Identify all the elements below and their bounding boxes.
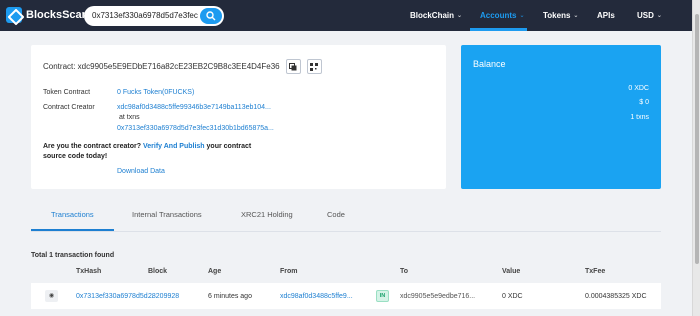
search-bar[interactable]: 0x7313ef330a6978d5d7e3fec bbox=[84, 6, 224, 26]
balance-xdc: 0 XDC bbox=[628, 85, 649, 92]
tab-transactions[interactable]: Transactions bbox=[51, 210, 94, 219]
contract-address-title: Contract: xdc9905e5E9EDbE716a82cE23EB2C9… bbox=[43, 62, 280, 71]
brand-logo[interactable]: BlocksScan bbox=[6, 7, 88, 23]
column-header-txhash: TxHash bbox=[76, 268, 102, 275]
token-contract-link[interactable]: 0 Fucks Token(0FUCKS) bbox=[117, 89, 194, 96]
tabs-divider bbox=[31, 231, 661, 232]
tab-code[interactable]: Code bbox=[327, 210, 345, 219]
contract-creator-label: Contract Creator bbox=[43, 104, 95, 111]
txfee-cell: 0.0004385325 XDC bbox=[585, 293, 647, 300]
creator-at-text: at txns bbox=[119, 114, 140, 121]
qr-code-icon[interactable] bbox=[306, 59, 322, 74]
tab-xrc21-holding[interactable]: XRC21 Holding bbox=[241, 210, 293, 219]
nav-currency[interactable]: USD ⌄ bbox=[637, 0, 662, 31]
nav-tokens[interactable]: Tokens ⌄ bbox=[543, 0, 578, 31]
nav-blockchain[interactable]: BlockChain ⌄ bbox=[410, 0, 462, 31]
token-contract-label: Token Contract bbox=[43, 89, 91, 96]
copy-icon[interactable] bbox=[285, 59, 301, 74]
account-tabs: Transactions Internal Transactions XRC21… bbox=[31, 200, 661, 232]
balance-txns: 1 txns bbox=[630, 114, 649, 121]
balance-usd: $ 0 bbox=[639, 99, 649, 106]
verify-prompt: Are you the contract creator? Verify And… bbox=[43, 143, 252, 160]
chevron-down-icon: ⌄ bbox=[519, 13, 525, 19]
brand-name: BlocksScan bbox=[26, 9, 89, 21]
blocksscan-logo-icon bbox=[6, 7, 22, 23]
top-navbar: BlocksScan 0x7313ef330a6978d5d7e3fec Blo… bbox=[0, 0, 692, 31]
direction-badge: IN bbox=[376, 290, 389, 302]
nav-apis[interactable]: APIs bbox=[597, 0, 615, 31]
tab-internal-transactions[interactable]: Internal Transactions bbox=[132, 210, 202, 219]
chevron-down-icon: ⌄ bbox=[656, 13, 662, 19]
column-header-from: From bbox=[280, 268, 298, 275]
value-cell: 0 XDC bbox=[502, 293, 523, 300]
scrollbar-thumb[interactable] bbox=[695, 14, 699, 264]
column-header-txfee: TxFee bbox=[585, 268, 606, 275]
search-input[interactable]: 0x7313ef330a6978d5d7e3fec bbox=[92, 11, 198, 20]
column-header-to: To bbox=[400, 268, 409, 275]
column-header-value: Value bbox=[502, 268, 521, 275]
page-scrollbar[interactable] bbox=[692, 0, 700, 316]
txhash-link[interactable]: 0x7313ef330a6978d5d... bbox=[76, 293, 153, 300]
transactions-count: Total 1 transaction found bbox=[31, 252, 115, 259]
contract-overview-card: Contract: xdc9905e5E9EDbE716a82cE23EB2C9… bbox=[31, 45, 446, 189]
verify-publish-link[interactable]: Verify And Publish bbox=[143, 143, 205, 150]
balance-title: Balance bbox=[473, 59, 506, 69]
contract-heading-row: Contract: xdc9905e5E9EDbE716a82cE23EB2C9… bbox=[43, 59, 322, 74]
column-header-age: Age bbox=[208, 268, 222, 275]
column-header-block: Block bbox=[148, 268, 168, 275]
search-button[interactable] bbox=[200, 8, 222, 24]
to-address-cell: xdc9905e5e9edbe716... bbox=[400, 293, 476, 300]
balance-card: Balance 0 XDC $ 0 1 txns bbox=[461, 45, 661, 189]
nav-accounts[interactable]: Accounts ⌄ bbox=[480, 0, 524, 31]
chevron-down-icon: ⌄ bbox=[457, 13, 463, 19]
download-data-link[interactable]: Download Data bbox=[117, 168, 165, 175]
nav-active-indicator bbox=[470, 28, 527, 31]
chevron-down-icon: ⌄ bbox=[573, 13, 579, 19]
from-address-link[interactable]: xdc98af0d3488c5ffe9... bbox=[280, 293, 353, 300]
eye-icon[interactable]: ◉ bbox=[45, 290, 58, 302]
age-cell: 6 minutes ago bbox=[208, 293, 252, 300]
creator-txn-link[interactable]: 0x7313ef330a6978d5d7e3fec31d30b1bd65875a… bbox=[117, 125, 274, 132]
creator-address-link[interactable]: xdc98af0d3488c5ffe99346b3e7149ba113eb104… bbox=[117, 104, 271, 111]
block-link[interactable]: 28209928 bbox=[148, 293, 179, 300]
search-icon bbox=[206, 11, 216, 21]
